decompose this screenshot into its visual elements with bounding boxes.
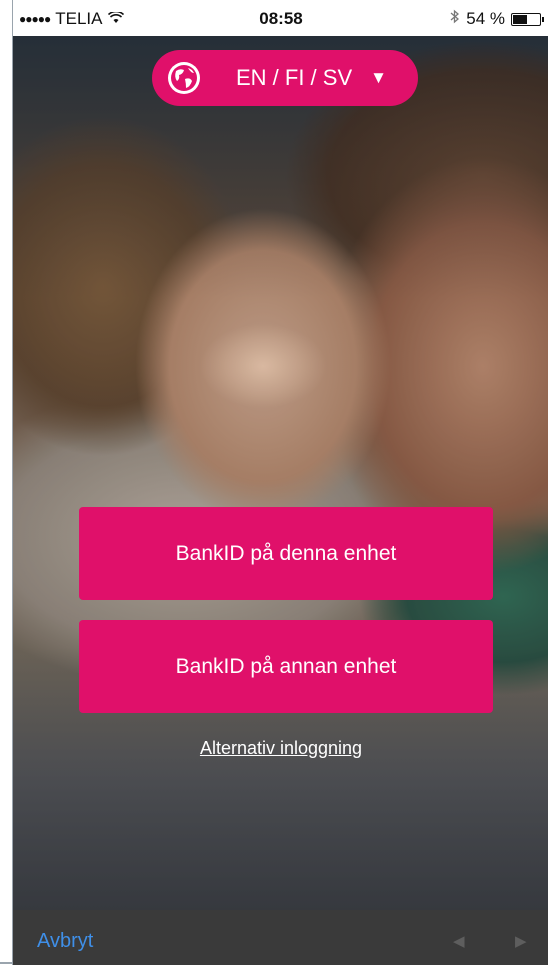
bottom-toolbar: Avbryt ◀ ▶ bbox=[13, 910, 548, 965]
language-label: EN / FI / SV bbox=[236, 65, 353, 90]
status-bar: ●●●●● TELIA 08:58 54 % bbox=[13, 0, 548, 36]
language-selector[interactable]: EN / FI / SV ▼ bbox=[152, 50, 418, 106]
battery-percent: 54 % bbox=[466, 9, 505, 28]
battery-icon bbox=[511, 12, 544, 26]
bluetooth-icon bbox=[450, 9, 460, 29]
bankid-other-device-button[interactable]: BankID på annan enhet bbox=[79, 620, 493, 713]
forward-arrow-icon[interactable]: ▶ bbox=[515, 932, 527, 950]
frame-edge bbox=[0, 962, 12, 964]
back-arrow-icon[interactable]: ◀ bbox=[453, 932, 465, 950]
alternative-login-link[interactable]: Alternativ inloggning bbox=[13, 738, 548, 759]
bankid-this-device-button[interactable]: BankID på denna enhet bbox=[79, 507, 493, 600]
phone-screen: ●●●●● TELIA 08:58 54 % EN / FI / SV ▼ Ba… bbox=[12, 0, 548, 965]
cancel-button[interactable]: Avbryt bbox=[37, 930, 93, 953]
globe-icon bbox=[168, 62, 200, 94]
dropdown-caret-icon: ▼ bbox=[370, 68, 387, 87]
